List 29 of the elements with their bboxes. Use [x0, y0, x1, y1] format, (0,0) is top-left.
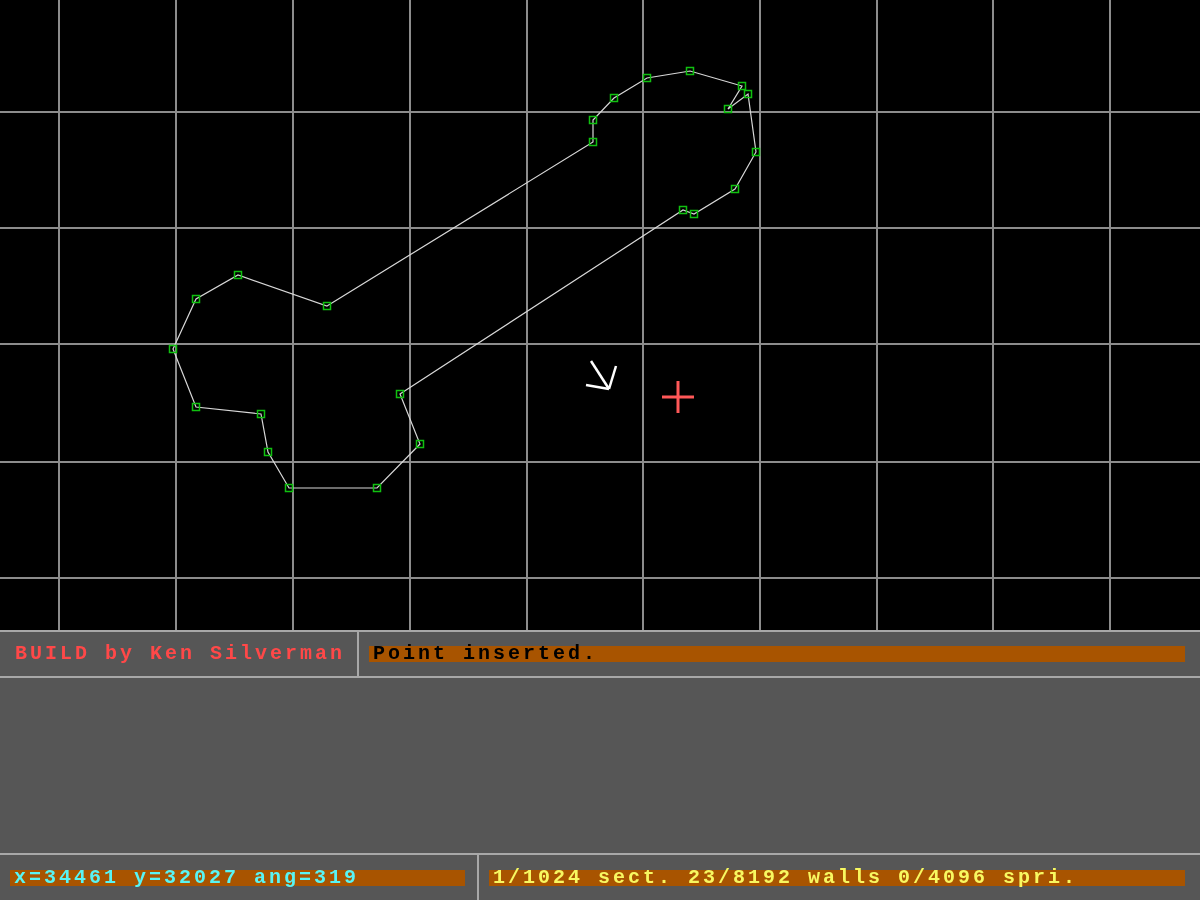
vertex-marker[interactable]	[322, 301, 332, 311]
vertex-marker[interactable]	[737, 81, 747, 91]
vertex-marker[interactable]	[588, 115, 598, 125]
vertex-marker[interactable]	[256, 409, 266, 419]
vertex-marker[interactable]	[609, 93, 619, 103]
vertex-marker[interactable]	[588, 137, 598, 147]
editor-title: BUILD by Ken Silverman	[15, 646, 346, 662]
vertex-marker[interactable]	[743, 89, 753, 99]
vertex-marker[interactable]	[372, 483, 382, 493]
player-arrow-icon	[585, 360, 618, 391]
vertex-marker[interactable]	[415, 439, 425, 449]
vertex-marker[interactable]	[395, 389, 405, 399]
message-bar: Point inserted.	[369, 646, 1185, 662]
vertex-marker[interactable]	[678, 205, 688, 215]
vertex-marker[interactable]	[168, 344, 178, 354]
vertex-marker[interactable]	[685, 66, 695, 76]
vertex-marker[interactable]	[642, 73, 652, 83]
vertex-marker[interactable]	[689, 209, 699, 219]
vertex-marker[interactable]	[191, 402, 201, 412]
vertex-marker[interactable]	[233, 270, 243, 280]
vertex-marker[interactable]	[263, 447, 273, 457]
vertex-marker[interactable]	[191, 294, 201, 304]
position-readout: x=34461 y=32027 ang=319	[10, 869, 465, 886]
vertex-marker[interactable]	[751, 147, 761, 157]
crosshair-icon	[662, 381, 694, 413]
vertex-marker[interactable]	[284, 483, 294, 493]
map-counts: 1/1024 sect. 23/8192 walls 0/4096 spri.	[489, 869, 1185, 886]
vertex-marker[interactable]	[730, 184, 740, 194]
vertex-marker[interactable]	[723, 104, 733, 114]
